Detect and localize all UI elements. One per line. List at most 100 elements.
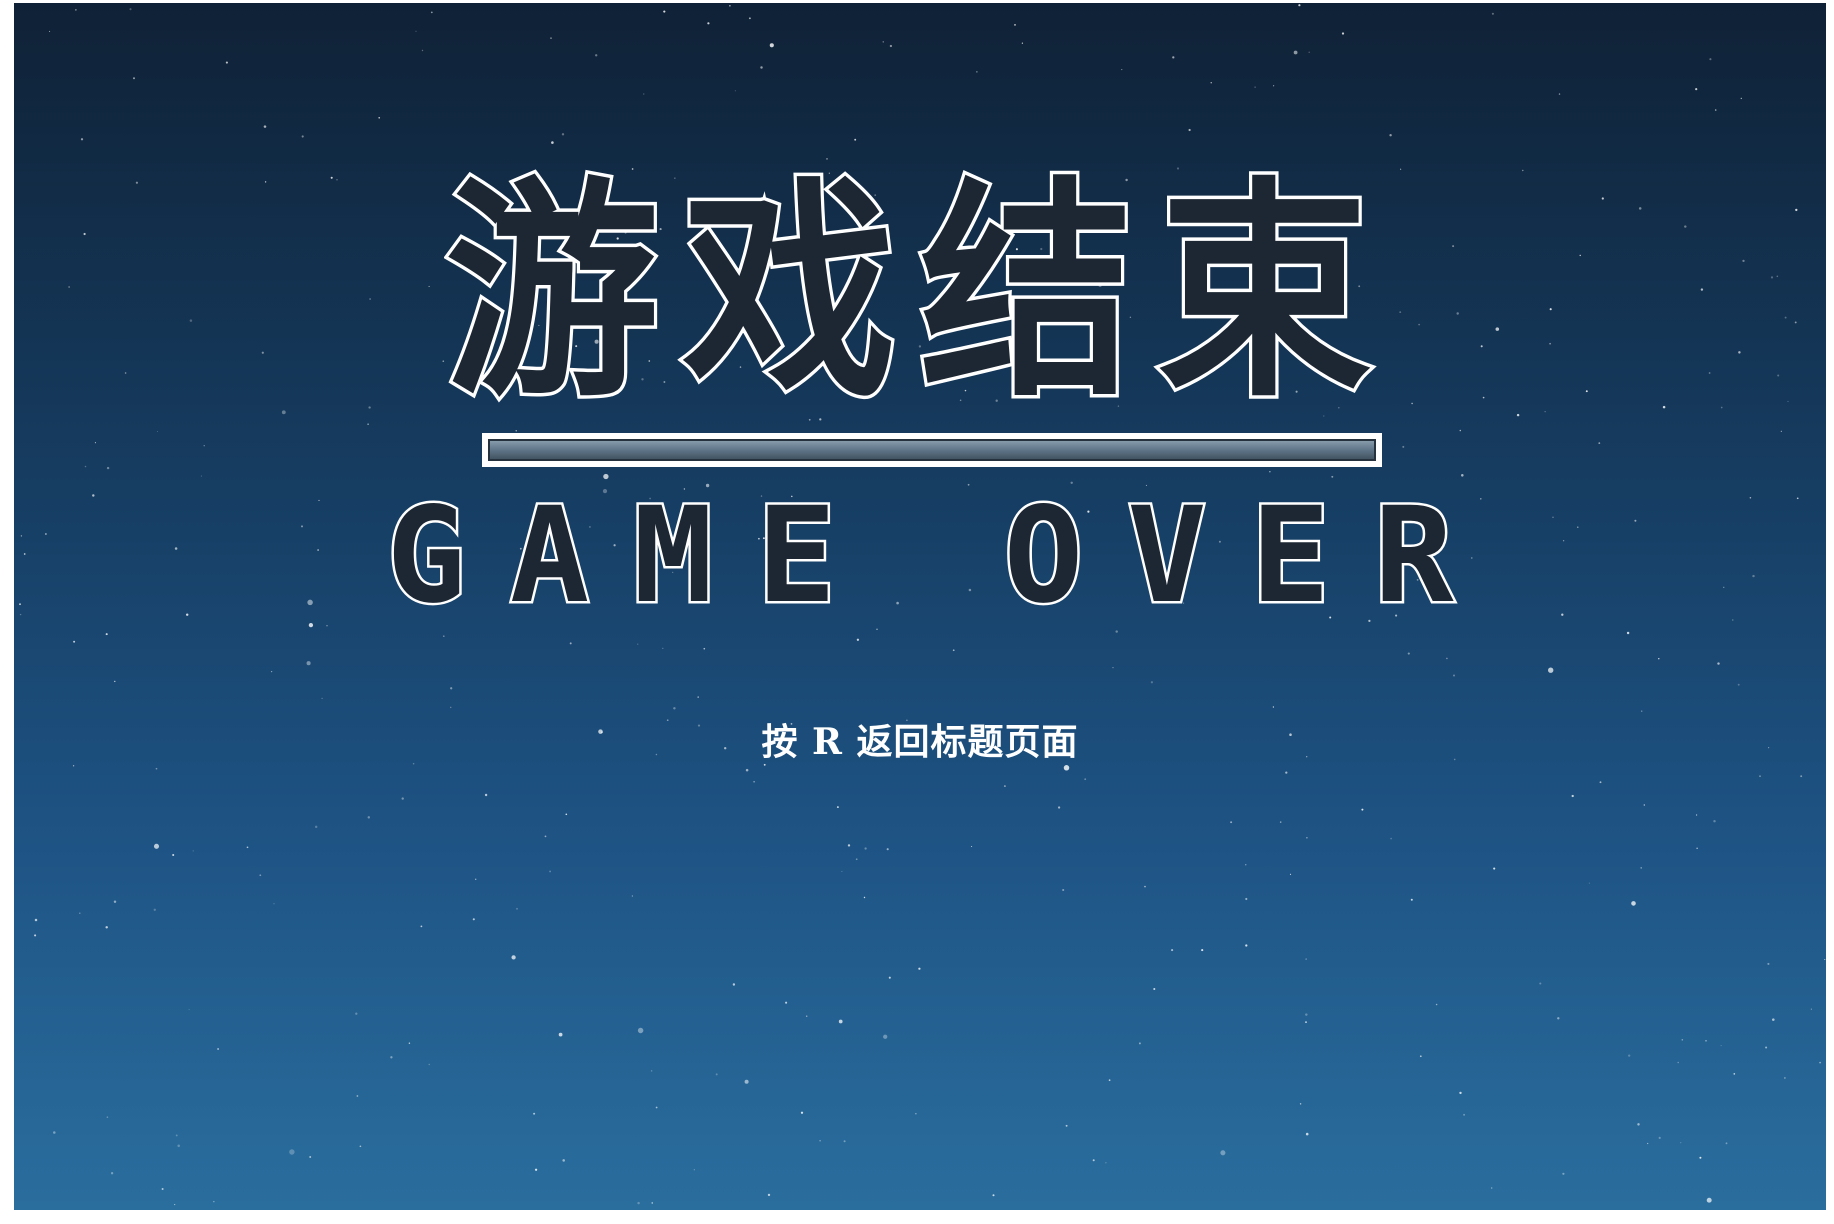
star — [1696, 847, 1698, 849]
star — [697, 696, 699, 698]
star — [915, 1113, 917, 1115]
star — [1588, 882, 1590, 884]
star — [558, 1032, 563, 1037]
star — [1172, 56, 1175, 59]
star — [1138, 1042, 1141, 1045]
title-divider — [482, 433, 1382, 467]
star — [113, 900, 117, 904]
star — [133, 77, 135, 80]
star — [734, 90, 736, 92]
star — [854, 138, 857, 141]
star — [1491, 1187, 1493, 1189]
star — [952, 649, 955, 652]
star — [1220, 1150, 1226, 1156]
star — [1230, 821, 1233, 824]
star — [1201, 949, 1204, 952]
star — [1680, 1142, 1682, 1144]
star — [1105, 1162, 1107, 1164]
star — [359, 1145, 362, 1148]
game-over-title-chinese: 游戏结束 — [14, 153, 1826, 433]
star — [1709, 58, 1712, 61]
star — [273, 903, 275, 905]
star — [1677, 1061, 1679, 1064]
star — [1057, 806, 1061, 809]
star — [1637, 1123, 1640, 1126]
star — [1188, 128, 1191, 132]
star — [1003, 785, 1006, 788]
star — [562, 1159, 565, 1162]
star — [516, 907, 518, 910]
star — [326, 625, 328, 627]
star — [472, 918, 475, 921]
star — [707, 22, 710, 25]
star — [836, 806, 839, 809]
star — [886, 848, 889, 851]
star — [888, 976, 891, 979]
star — [1245, 864, 1247, 866]
star — [533, 1112, 536, 1115]
star — [1306, 837, 1308, 839]
star — [1305, 1013, 1308, 1016]
star — [1014, 23, 1016, 26]
star — [1493, 867, 1496, 870]
star — [841, 871, 843, 872]
star — [1705, 1040, 1707, 1042]
star — [175, 1134, 178, 1137]
star — [1640, 867, 1643, 869]
star — [1419, 1055, 1422, 1058]
star — [1305, 1021, 1307, 1023]
star — [306, 661, 311, 666]
title-english-text: GAME OVER — [384, 479, 1498, 633]
star — [534, 1168, 538, 1171]
star — [1305, 958, 1307, 960]
star — [105, 926, 108, 929]
game-over-title-english: GAME OVER — [14, 479, 1826, 633]
star — [1558, 93, 1561, 95]
star — [863, 896, 866, 899]
star — [843, 1140, 846, 1143]
star — [1410, 898, 1413, 901]
star — [114, 680, 116, 683]
star — [1720, 1045, 1722, 1047]
star — [428, 1063, 430, 1066]
star — [864, 847, 867, 850]
star — [321, 697, 323, 700]
star — [1733, 1073, 1736, 1075]
star — [1598, 442, 1601, 444]
star — [1772, 1018, 1775, 1021]
star — [484, 793, 488, 797]
star — [1765, 1046, 1768, 1049]
star — [172, 853, 175, 857]
star — [1305, 1132, 1309, 1136]
star — [246, 846, 249, 849]
star — [225, 61, 228, 64]
star — [200, 475, 202, 477]
star — [1062, 888, 1065, 892]
star — [84, 465, 87, 468]
star — [1108, 1079, 1111, 1082]
star — [1681, 1039, 1684, 1041]
star — [450, 687, 453, 690]
star — [1269, 471, 1271, 473]
star — [1767, 962, 1770, 965]
star — [1407, 652, 1410, 655]
star — [569, 642, 572, 645]
star — [1626, 631, 1630, 635]
star — [1717, 662, 1720, 665]
star — [367, 816, 371, 819]
star — [308, 622, 314, 628]
star — [1599, 781, 1602, 784]
star — [673, 707, 676, 710]
star — [561, 133, 565, 136]
star — [1389, 134, 1392, 137]
star — [105, 633, 108, 636]
title-divider-bar — [488, 439, 1376, 461]
star — [1084, 778, 1087, 781]
star — [595, 54, 598, 57]
star — [106, 466, 110, 470]
star — [637, 643, 639, 645]
star — [1658, 1136, 1661, 1139]
star — [655, 1106, 658, 1109]
star — [34, 934, 37, 937]
star — [474, 878, 477, 881]
